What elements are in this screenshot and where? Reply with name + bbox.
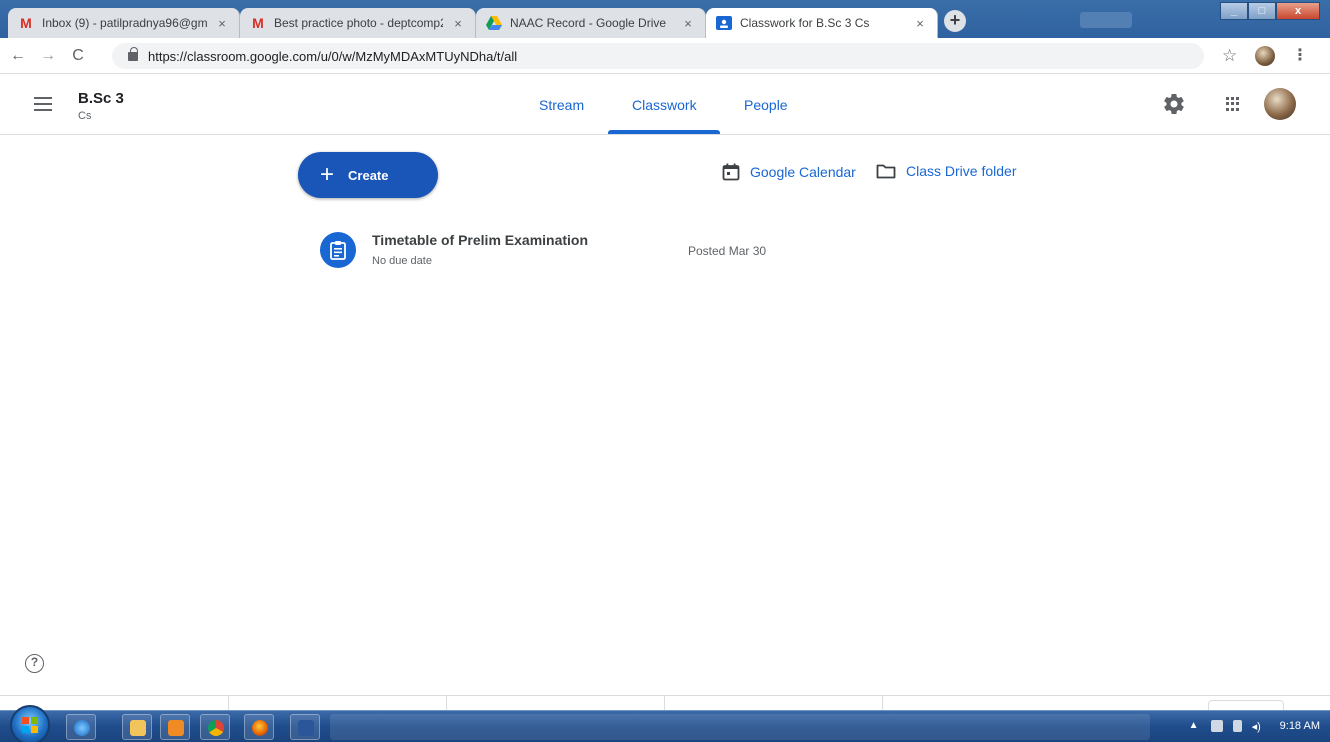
tab-close-icon[interactable]: × [681,16,695,31]
tab-title: NAAC Record - Google Drive [510,16,667,30]
class-section: Cs [78,110,92,122]
firefox-icon[interactable] [244,714,274,740]
reload-icon[interactable]: C [66,47,90,65]
tab-people[interactable]: People [744,97,788,113]
more-menu-icon[interactable]: ⋮ [1292,45,1308,65]
browser-tab-naac-record[interactable]: NAAC Record - Google Drive × [476,8,706,38]
browser-tab-strip: M Inbox (9) - patilpradnya96@gmai × M Be… [0,0,1330,38]
folder-icon [876,164,896,179]
help-icon[interactable]: ? [25,654,44,673]
start-button-icon[interactable] [10,705,50,742]
gmail-icon: M [252,15,264,31]
system-tray: ▲ ◂) 9:18 AM [1189,720,1320,733]
windows-taskbar: ▲ ◂) 9:18 AM [0,705,1330,742]
classwork-title: Timetable of Prelim Examination [372,232,589,248]
volume-icon[interactable]: ◂) [1252,720,1264,733]
main-menu-icon[interactable] [34,97,52,111]
explorer-icon[interactable] [122,714,152,740]
classroom-icon [716,15,732,31]
new-tab-button[interactable]: + [944,10,966,32]
class-drive-folder-link[interactable]: Class Drive folder [876,163,1016,179]
classwork-due-date: No due date [372,255,432,267]
tab-title: Classwork for B.Sc 3 Cs [740,16,870,30]
create-button[interactable]: + Create [298,152,438,198]
tray-expand-icon[interactable]: ▲ [1189,720,1201,732]
address-bar[interactable]: https://classroom.google.com/u/0/w/MzMyM… [112,43,1204,69]
tab-title: Inbox (9) - patilpradnya96@gmai [42,16,207,30]
classroom-header: B.Sc 3 Cs Stream Classwork People [0,75,1330,135]
browser-tab-inbox[interactable]: M Inbox (9) - patilpradnya96@gmai × [8,8,240,38]
classwork-posted-date: Posted Mar 30 [688,244,767,258]
gmail-icon: M [20,15,32,31]
battery-icon[interactable] [1232,720,1242,732]
drive-icon [486,15,502,31]
taskbar-clock[interactable]: 9:18 AM [1280,720,1320,732]
network-icon[interactable] [1210,720,1223,732]
word-icon[interactable] [290,714,320,740]
minimize-icon[interactable]: _ [1220,2,1248,20]
tab-close-icon[interactable]: × [913,16,927,31]
close-window-icon[interactable]: x [1276,2,1320,20]
plus-icon: + [320,161,335,188]
browser-tab-best-practice[interactable]: M Best practice photo - deptcomp2 × [240,8,476,38]
taskbar-window-area [330,714,1150,740]
media-player-icon[interactable] [160,714,190,740]
back-arrow-icon[interactable]: ← [6,47,30,65]
blurred-profile-chip [1080,12,1132,28]
tab-classwork[interactable]: Classwork [632,97,697,113]
tab-stream[interactable]: Stream [539,97,584,113]
chrome-icon[interactable] [200,714,230,740]
browser-tab-classwork[interactable]: Classwork for B.Sc 3 Cs × [706,8,938,38]
url-text: https://classroom.google.com/u/0/w/MzMyM… [148,48,518,64]
forward-arrow-icon[interactable]: → [36,47,60,65]
tab-title: Best practice photo - deptcomp2 [274,16,443,30]
lock-icon [128,46,138,61]
classwork-item[interactable]: Timetable of Prelim Examination No due d… [320,228,790,276]
browser-toolbar: ← → C https://classroom.google.com/u/0/w… [0,38,1330,74]
google-calendar-link[interactable]: Google Calendar [722,163,856,181]
maximize-icon[interactable]: □ [1248,2,1276,20]
browser-profile-avatar[interactable] [1255,46,1275,66]
ie-icon[interactable] [66,714,96,740]
tab-close-icon[interactable]: × [215,16,229,31]
tab-close-icon[interactable]: × [451,16,465,31]
calendar-icon [722,163,740,181]
user-avatar[interactable] [1264,88,1296,120]
window-controls: _ □ x [1220,2,1320,20]
class-title[interactable]: B.Sc 3 [78,90,124,107]
settings-gear-icon[interactable] [1162,92,1186,116]
active-tab-indicator [608,130,720,134]
assignment-icon [320,232,356,268]
class-drive-folder-label: Class Drive folder [906,163,1017,179]
bookmark-star-icon[interactable]: ☆ [1222,46,1237,66]
google-calendar-label: Google Calendar [750,164,856,180]
create-label: Create [348,167,389,183]
google-apps-icon[interactable] [1226,97,1240,111]
